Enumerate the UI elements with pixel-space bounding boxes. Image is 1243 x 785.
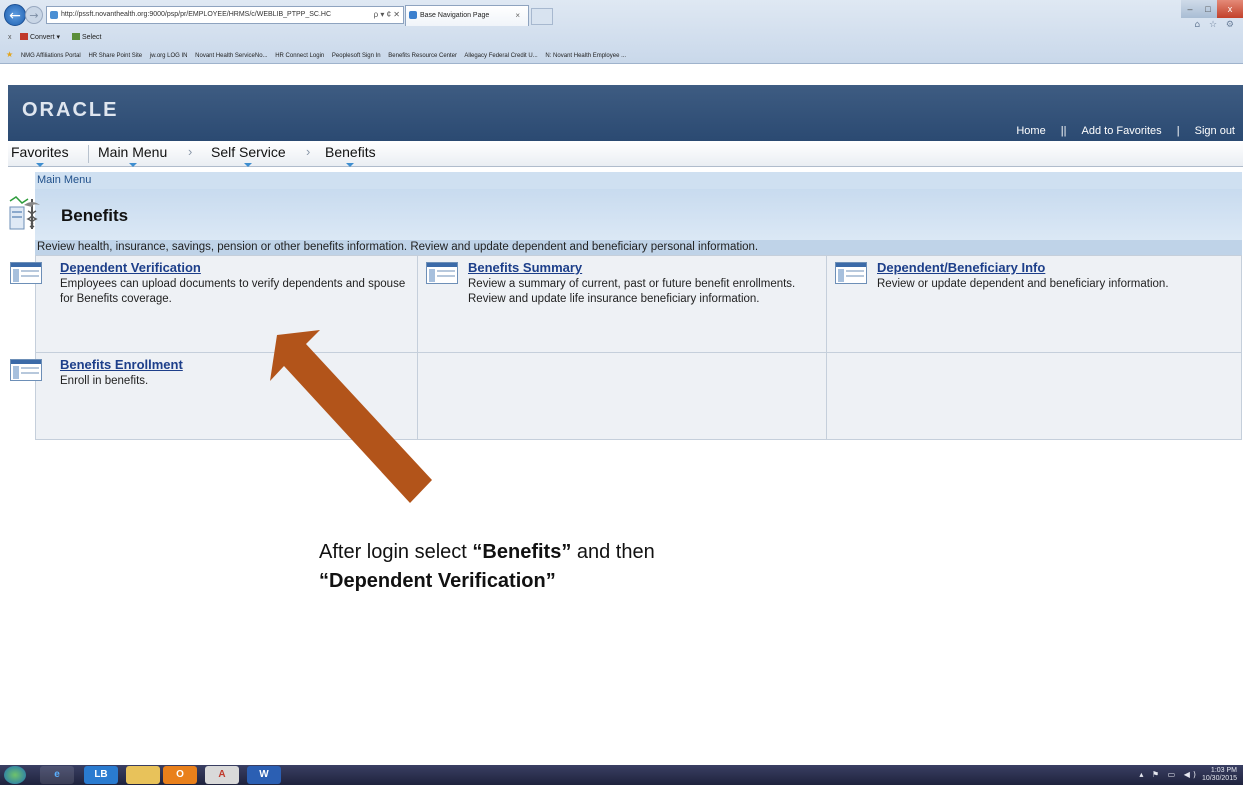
tab-favicon-icon [409, 11, 417, 19]
component-page-icon [835, 262, 867, 284]
forward-button[interactable]: → [25, 6, 43, 24]
favorite-link[interactable]: jw.org LOG IN [150, 53, 188, 59]
outlook-icon[interactable]: O [163, 766, 197, 784]
clock-date: 10/30/2015 [1201, 775, 1237, 782]
benefits-summary-link[interactable]: Benefits Summary [468, 260, 582, 275]
word-icon[interactable]: W [247, 766, 281, 784]
system-tray-icons[interactable]: ▴ ⚑ ▭ ◀) [1139, 770, 1199, 779]
instruction-line1-suffix: and then [571, 541, 655, 563]
instruction-dependent-verification: “Dependent Verification” [319, 570, 556, 592]
favorite-link[interactable]: NMG Affiliations Portal [21, 53, 81, 59]
internet-explorer-icon[interactable]: e [40, 766, 74, 784]
url-text: http://pssft.novanthealth.org:9000/psp/p… [61, 11, 332, 18]
benefits-enrollment-link[interactable]: Benefits Enrollment [60, 357, 183, 372]
lb-app-icon[interactable]: LB [84, 766, 118, 784]
forward-arrow-icon: → [29, 9, 39, 22]
browser-chrome: ← → http://pssft.novanthealth.org:9000/p… [0, 0, 1243, 64]
benefits-page: Main Menu Benefits Review health, insura… [9, 172, 1242, 440]
nav-benefits[interactable]: Benefits [325, 144, 376, 167]
acrobat-icon[interactable]: A [205, 766, 239, 784]
item-description: Enroll in benefits. [60, 375, 149, 387]
command-bar-close-icon[interactable]: x [8, 30, 12, 46]
close-window-button[interactable]: x [1217, 0, 1243, 18]
instruction-line1-prefix: After login select [319, 541, 473, 563]
component-page-icon [426, 262, 458, 284]
instruction-text: After login select “Benefits” and then “… [319, 538, 879, 596]
select-button[interactable]: Select [72, 30, 101, 46]
new-tab-button[interactable] [531, 8, 553, 25]
home-link[interactable]: Home [1016, 125, 1045, 137]
breadcrumb-chevron-icon: › [188, 144, 193, 159]
menu-cell-benefits-summary: Benefits Summary Review a summary of cur… [418, 256, 827, 353]
favorite-link[interactable]: Novant Health ServiceNo... [195, 53, 267, 59]
back-arrow-icon: ← [9, 8, 21, 24]
favorite-link[interactable]: HR Connect Login [275, 53, 324, 59]
add-to-favorites-link[interactable]: Add to Favorites [1082, 125, 1162, 137]
menu-cell-empty [827, 353, 1241, 439]
menu-cell-dependent-beneficiary-info: Dependent/Beneficiary Info Review or upd… [827, 256, 1241, 353]
favorite-link[interactable]: N: Novant Health Employee ... [545, 53, 626, 59]
file-explorer-icon[interactable] [126, 766, 160, 784]
breadcrumb-chevron-icon: › [306, 144, 311, 159]
menu-cell-dependent-verification: Dependent Verification Employees can upl… [10, 256, 418, 353]
tab-title: Base Navigation Page [420, 12, 490, 19]
chevron-down-icon: ▾ [56, 34, 60, 41]
breadcrumb-main-menu[interactable]: Main Menu [35, 172, 1242, 189]
tab-base-navigation[interactable]: Base Navigation Page × [405, 5, 529, 26]
component-page-icon [10, 262, 42, 284]
header-separator: | [1176, 125, 1180, 137]
address-tools[interactable]: ρ ▾ ¢ ✕ [370, 7, 400, 23]
item-description: Employees can upload documents to verify… [60, 278, 406, 305]
sign-out-link[interactable]: Sign out [1195, 125, 1235, 137]
menu-cell-empty [418, 353, 827, 439]
header-separator: || [1060, 125, 1067, 137]
dependent-verification-link[interactable]: Dependent Verification [60, 260, 201, 275]
site-favicon-icon [50, 11, 58, 19]
nav-self-service[interactable]: Self Service [211, 144, 286, 167]
home-favorites-tools-icons[interactable]: ⌂ ☆ ⚙ [1194, 20, 1237, 30]
oracle-logo: ORACLE [22, 99, 119, 121]
maximize-button[interactable]: □ [1199, 0, 1217, 18]
minimize-button[interactable]: – [1181, 0, 1199, 18]
favorite-link[interactable]: Benefits Resource Center [388, 53, 457, 59]
favorite-link[interactable]: HR Share Point Site [88, 53, 142, 59]
system-clock[interactable]: 1:03 PM 10/30/2015 [1202, 767, 1237, 783]
benefits-caduceus-icon [9, 196, 40, 230]
windows-taskbar: e LB O A W ▴ ⚑ ▭ ◀) 1:03 PM 10/30/2015 [0, 765, 1243, 785]
nav-divider [88, 145, 89, 163]
menu-cell-benefits-enrollment: Benefits Enrollment Enroll in benefits. [10, 353, 418, 439]
command-bar: x Convert ▾ Select [0, 30, 1243, 46]
component-page-icon [10, 359, 42, 381]
favorite-link[interactable]: Allegacy Federal Credit U... [464, 53, 537, 59]
back-button[interactable]: ← [4, 4, 26, 26]
window-controls: – □ x [1181, 0, 1243, 18]
favorites-star-icon[interactable]: ★ [6, 50, 13, 59]
address-row: ← → http://pssft.novanthealth.org:9000/p… [0, 0, 1243, 30]
header-links: Home || Add to Favorites | Sign out [1016, 125, 1235, 137]
page-description: Review health, insurance, savings, pensi… [35, 240, 1242, 255]
favorites-bar: ★ NMG Affiliations Portal HR Share Point… [0, 47, 1243, 63]
instruction-benefits: “Benefits” [472, 541, 572, 563]
tab-close-icon[interactable]: × [515, 6, 520, 25]
oracle-header: ORACLE Home || Add to Favorites | Sign o… [8, 85, 1243, 141]
favorite-link[interactable]: Peoplesoft Sign In [332, 53, 381, 59]
item-description: Review or update dependent and beneficia… [877, 278, 1169, 290]
benefits-menu-grid: Dependent Verification Employees can upl… [10, 255, 1242, 440]
convert-label: Convert [30, 34, 55, 41]
address-bar[interactable]: http://pssft.novanthealth.org:9000/psp/p… [46, 6, 404, 24]
page-title: Benefits [61, 206, 129, 225]
start-orb-icon[interactable] [4, 766, 26, 784]
nav-main-menu[interactable]: Main Menu [98, 144, 167, 167]
nav-favorites-menu[interactable]: Favorites [11, 144, 69, 167]
convert-button[interactable]: Convert ▾ [20, 30, 60, 46]
page-title-area: Benefits [9, 189, 1242, 240]
peoplesoft-nav-bar: Favorites Main Menu › Self Service › Ben… [8, 141, 1243, 167]
dependent-beneficiary-info-link[interactable]: Dependent/Beneficiary Info [877, 260, 1045, 275]
clock-time: 1:03 PM [1210, 767, 1237, 774]
item-description: Review a summary of current, past or fut… [468, 278, 796, 305]
